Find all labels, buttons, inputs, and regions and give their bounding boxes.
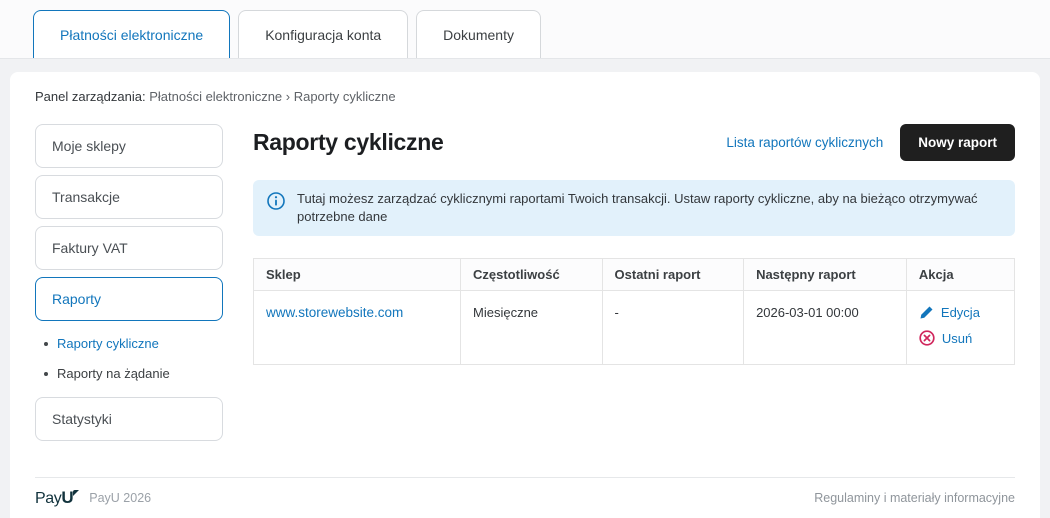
delete-action[interactable]: Usuń [919,330,1002,347]
info-icon [267,192,285,210]
col-header-akcja: Akcja [905,258,1016,292]
delete-label: Usuń [941,330,973,346]
payu-merchant-panel: Płatności elektroniczne Konfiguracja kon… [0,0,1050,518]
sidebar-item-raporty[interactable]: Raporty [35,277,223,321]
tab-konfiguracja-konta[interactable]: Konfiguracja konta [238,10,409,58]
logo-text-pay: Pay [35,490,62,507]
frequency-cell: Miesięczne [460,290,603,366]
breadcrumb-prefix: Panel zarządzania: [35,89,146,104]
sidebar-item-moje-sklepy[interactable]: Moje sklepy [35,124,223,168]
last-report-cell: - [601,290,745,366]
info-banner: Tutaj możesz zarządzać cyklicznymi rapor… [253,180,1015,237]
top-tab-bar: Płatności elektroniczne Konfiguracja kon… [0,0,1050,59]
bullet-icon [44,341,48,346]
sidebar-item-faktury-vat[interactable]: Faktury VAT [35,226,223,270]
bullet-icon [44,371,48,376]
tab-dokumenty[interactable]: Dokumenty [416,10,541,58]
header-actions: Lista raportów cyklicznych Nowy raport [726,124,1015,161]
logo-spark-icon [73,483,80,500]
footer-brand: PayU PayU 2026 [35,488,151,508]
col-header-sklep: Sklep [253,258,461,292]
main-content: Raporty cykliczne Lista raportów cyklicz… [253,124,1016,448]
col-header-nastepny-raport: Następny raport [743,258,907,292]
main-header: Raporty cykliczne Lista raportów cyklicz… [253,124,1015,161]
copyright-text: PayU 2026 [89,491,152,505]
col-header-ostatni-raport: Ostatni raport [601,258,745,292]
payu-logo: PayU [35,488,80,508]
tab-platnosci-elektroniczne[interactable]: Płatności elektroniczne [33,10,231,58]
table-row: www.storewebsite.com Miesięczne - 2026-0… [253,290,1016,366]
sidebar-subitem-raporty-cykliczne[interactable]: Raporty cykliczne [44,336,223,351]
reports-table: Sklep Częstotliwość Ostatni raport Nastę… [253,258,1016,366]
sidebar-subitem-raporty-na-zadanie[interactable]: Raporty na żądanie [44,366,223,381]
shop-link[interactable]: www.storewebsite.com [266,305,403,320]
table-header-row: Sklep Częstotliwość Ostatni raport Nastę… [253,258,1016,292]
logo-text-u: U [61,488,74,507]
new-report-button[interactable]: Nowy raport [900,124,1015,161]
breadcrumb-path: Płatności elektroniczne › Raporty cyklic… [149,89,396,104]
tab-label: Dokumenty [443,26,514,43]
sidebar-item-transakcje[interactable]: Transakcje [35,175,223,219]
list-reports-link[interactable]: Lista raportów cyklicznych [726,135,883,150]
legal-link[interactable]: Regulaminy i materiały informacyjne [814,491,1015,505]
circle-x-icon [919,330,935,347]
sidebar: Moje sklepy Transakcje Faktury VAT Rapor… [35,124,223,448]
info-text: Tutaj możesz zarządzać cyklicznymi rapor… [297,191,978,225]
col-header-czestotliwosc: Częstotliwość [460,258,603,292]
footer: PayU PayU 2026 Regulaminy i materiały in… [35,477,1015,518]
tab-label: Konfiguracja konta [265,26,382,43]
next-report-cell: 2026-03-01 00:00 [743,290,907,366]
subitem-label: Raporty cykliczne [57,336,159,351]
pencil-icon [919,305,934,320]
edit-label: Edycja [940,305,980,321]
page-title: Raporty cykliczne [253,129,444,155]
tab-label: Płatności elektroniczne [60,26,204,43]
breadcrumb: Panel zarządzania: Płatności elektronicz… [35,89,1015,104]
edit-action[interactable]: Edycja [919,305,1002,320]
content-panel: Panel zarządzania: Płatności elektronicz… [10,72,1040,518]
sidebar-sublist: Raporty cykliczne Raporty na żądanie [35,336,223,381]
sidebar-item-statystyki[interactable]: Statystyki [35,397,223,441]
shop-cell: www.storewebsite.com [253,290,461,366]
panel-layout: Moje sklepy Transakcje Faktury VAT Rapor… [35,124,1016,448]
actions-cell: Edycja Usuń [905,290,1016,366]
subitem-label: Raporty na żądanie [57,366,170,381]
